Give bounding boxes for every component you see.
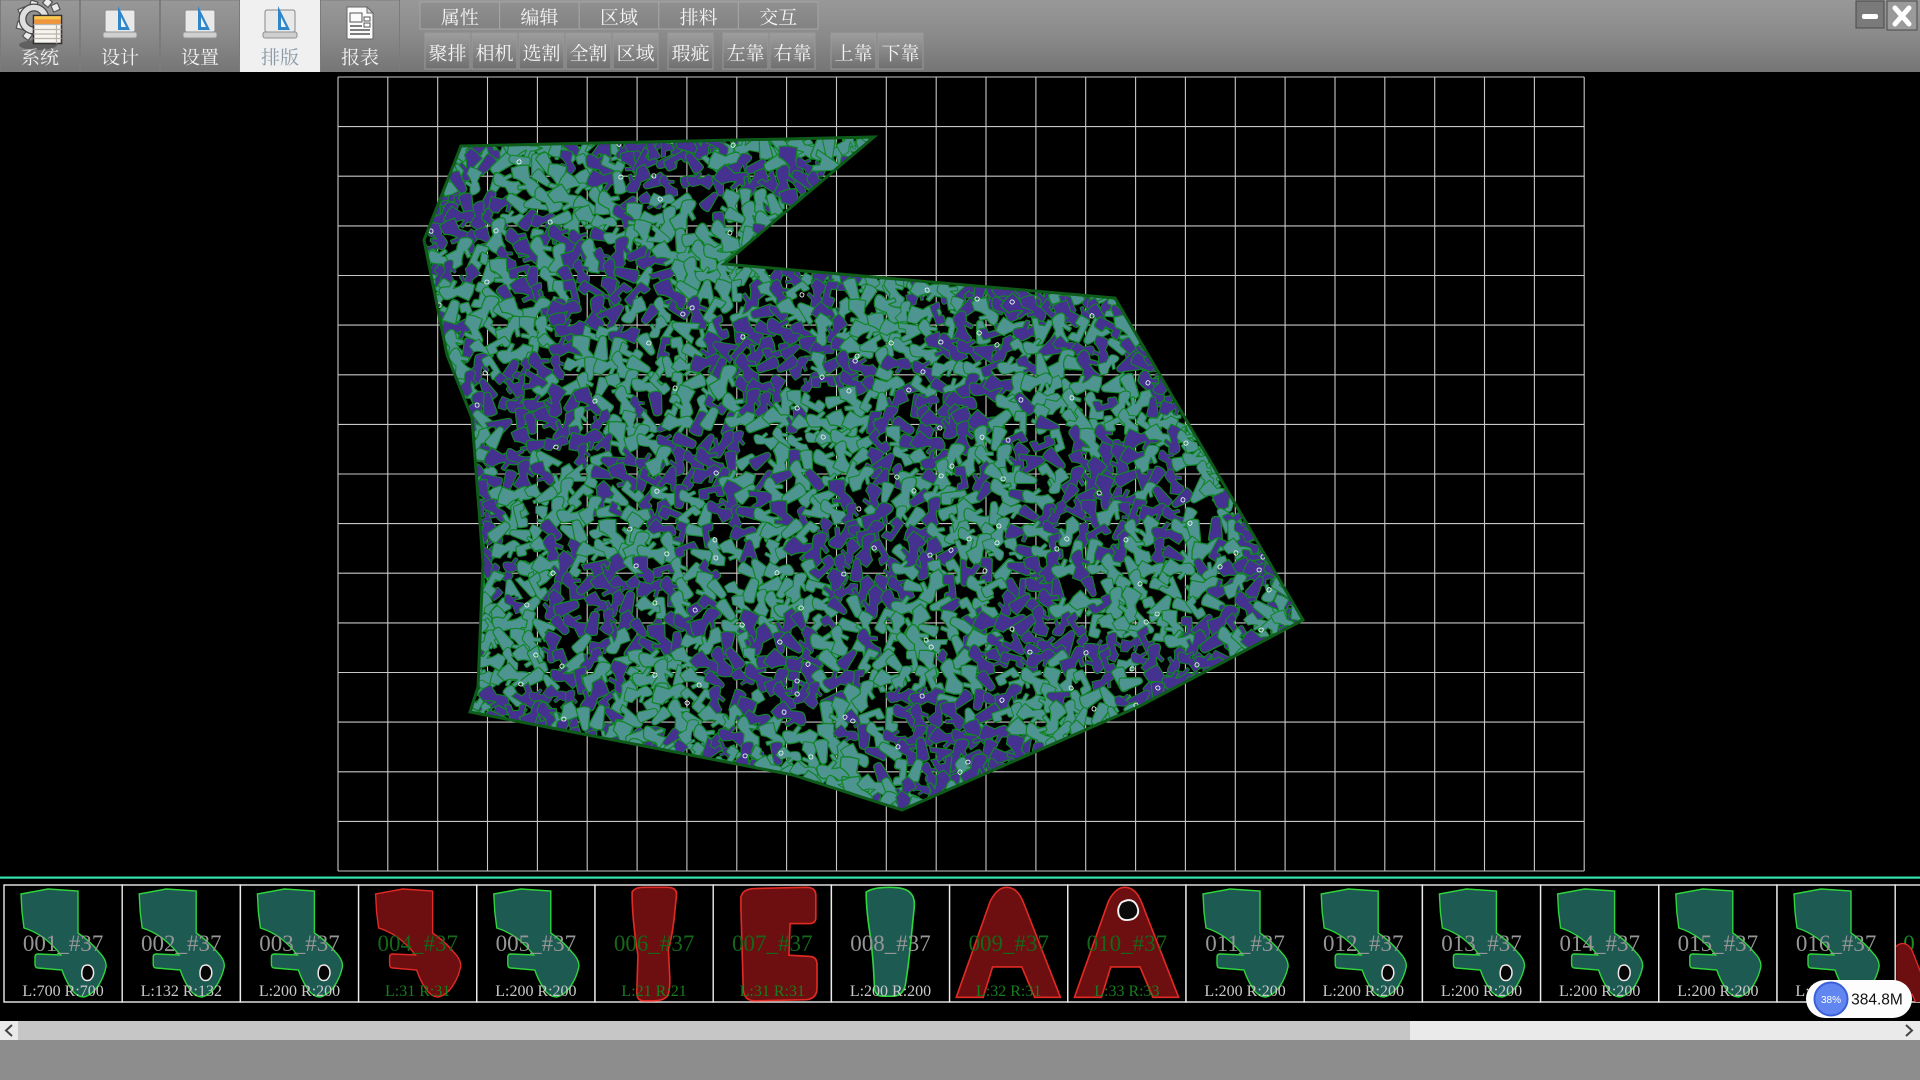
svg-text:L:31 R:31: L:31 R:31 <box>740 983 805 1000</box>
svg-text:012_#37: 012_#37 <box>1323 931 1404 956</box>
svg-text:38%: 38% <box>1821 995 1841 1006</box>
svg-text:L:200 R:200: L:200 R:200 <box>850 983 931 1000</box>
svg-text:011_#37: 011_#37 <box>1205 931 1285 956</box>
svg-text:006_#37: 006_#37 <box>614 931 695 956</box>
svg-text:L:33 R:33: L:33 R:33 <box>1094 983 1159 1000</box>
svg-text:L:132 R:132: L:132 R:132 <box>141 983 222 1000</box>
svg-text:009_#37: 009_#37 <box>968 931 1049 956</box>
svg-text:003_#37: 003_#37 <box>259 931 340 956</box>
svg-text:L:200 R:200: L:200 R:200 <box>1677 983 1758 1000</box>
svg-text:L:21 R:21: L:21 R:21 <box>621 983 686 1000</box>
svg-text:013_#37: 013_#37 <box>1441 931 1522 956</box>
svg-text:010_#37: 010_#37 <box>1087 931 1168 956</box>
svg-text:008_#37: 008_#37 <box>850 931 931 956</box>
svg-text:L:700 R:700: L:700 R:700 <box>22 983 103 1000</box>
svg-text:014_#37: 014_#37 <box>1559 931 1640 956</box>
svg-text:384.8M: 384.8M <box>1851 992 1903 1009</box>
svg-text:L:200 R:200: L:200 R:200 <box>1441 983 1522 1000</box>
svg-text:L:31 R:31: L:31 R:31 <box>385 983 450 1000</box>
svg-text:005_#37: 005_#37 <box>496 931 577 956</box>
svg-text:007_#37: 007_#37 <box>732 931 813 956</box>
svg-text:001_#37: 001_#37 <box>23 931 104 956</box>
svg-text:004_#37: 004_#37 <box>377 931 458 956</box>
svg-text:002_#37: 002_#37 <box>141 931 222 956</box>
svg-text:L:200 R:200: L:200 R:200 <box>259 983 340 1000</box>
svg-text:L:32 R:31: L:32 R:31 <box>976 983 1041 1000</box>
svg-text:016_#37: 016_#37 <box>1796 931 1877 956</box>
svg-text:L:200 R:200: L:200 R:200 <box>495 983 576 1000</box>
svg-text:L:200 R:200: L:200 R:200 <box>1323 983 1404 1000</box>
svg-text:015_#37: 015_#37 <box>1678 931 1759 956</box>
svg-text:L:200 R:200: L:200 R:200 <box>1559 983 1640 1000</box>
svg-text:L:200 R:200: L:200 R:200 <box>1204 983 1285 1000</box>
